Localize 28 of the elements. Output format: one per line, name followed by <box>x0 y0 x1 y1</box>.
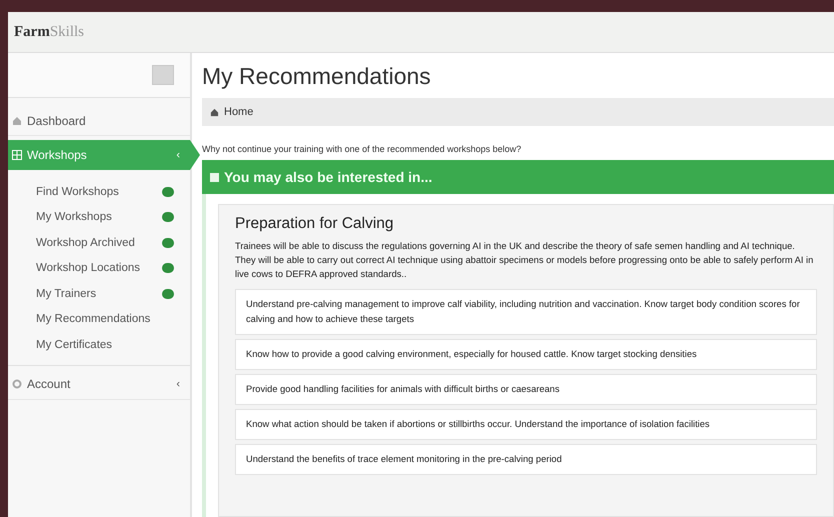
workshop-title: Preparation for Calving <box>235 215 395 233</box>
panel-title: You may also be interested in... <box>224 169 432 185</box>
logo[interactable]: FarmSkills <box>14 24 84 40</box>
sidebar-subitem[interactable]: Find Workshops <box>36 186 119 198</box>
outcome-item: Provide good handling facilities for animals with difficult births or caesareans <box>235 374 817 405</box>
gear-icon <box>12 379 22 389</box>
collapse-toggle[interactable]: ‹ <box>176 378 180 390</box>
sidebar-subitem[interactable]: My Workshops <box>36 211 112 224</box>
outcome-item: Know how to provide a good calving environment, especially for housed cattle. Know target stocking densities <box>235 339 817 370</box>
sidebar-subitem[interactable]: My Certificates <box>36 338 112 351</box>
home-icon <box>210 108 219 116</box>
sidebar-subitem[interactable]: My Recommendations <box>36 313 150 326</box>
sidebar-item[interactable]: Account ‹ <box>8 370 190 400</box>
menu-toggle-button[interactable] <box>152 65 174 85</box>
sidebar-item[interactable]: Dashboard <box>8 106 190 136</box>
sidebar-subitem[interactable]: Workshop Archived <box>36 236 135 249</box>
intro-text: Why not continue your training with one of the recommended workshops below? <box>202 144 522 154</box>
list-icon <box>210 172 219 182</box>
outcome-item: Understand pre-calving management to improve calf viability, including nutrition and vaccination. Know target body condition scores for calving and how to achieve these targets <box>235 289 817 335</box>
outcome-item: Know what action should be taken if abortions or stillbirths occur. Understand the importance of isolation facilities <box>235 409 817 440</box>
outcome-item: Understand the benefits of trace element monitoring in the pre-calving period <box>235 444 817 475</box>
sidebar-subitem[interactable]: Workshop Locations <box>36 262 140 274</box>
page-title: My Recommendations <box>202 63 432 90</box>
home-icon <box>12 116 22 126</box>
grid-icon <box>12 150 22 160</box>
workshop-description: Trainees will be able to discuss the regulations governing AI in the UK and describe the theory of safe semen handling and AI technique. They will be able to carry out correct AI technique using abattoir specimens or models before progressing onto be able to safely perform AI in live cows to DEFRA approved standards.. <box>235 240 814 281</box>
breadcrumb-link[interactable]: Home <box>224 106 254 118</box>
sidebar-subitem[interactable]: My Trainers <box>36 288 96 300</box>
